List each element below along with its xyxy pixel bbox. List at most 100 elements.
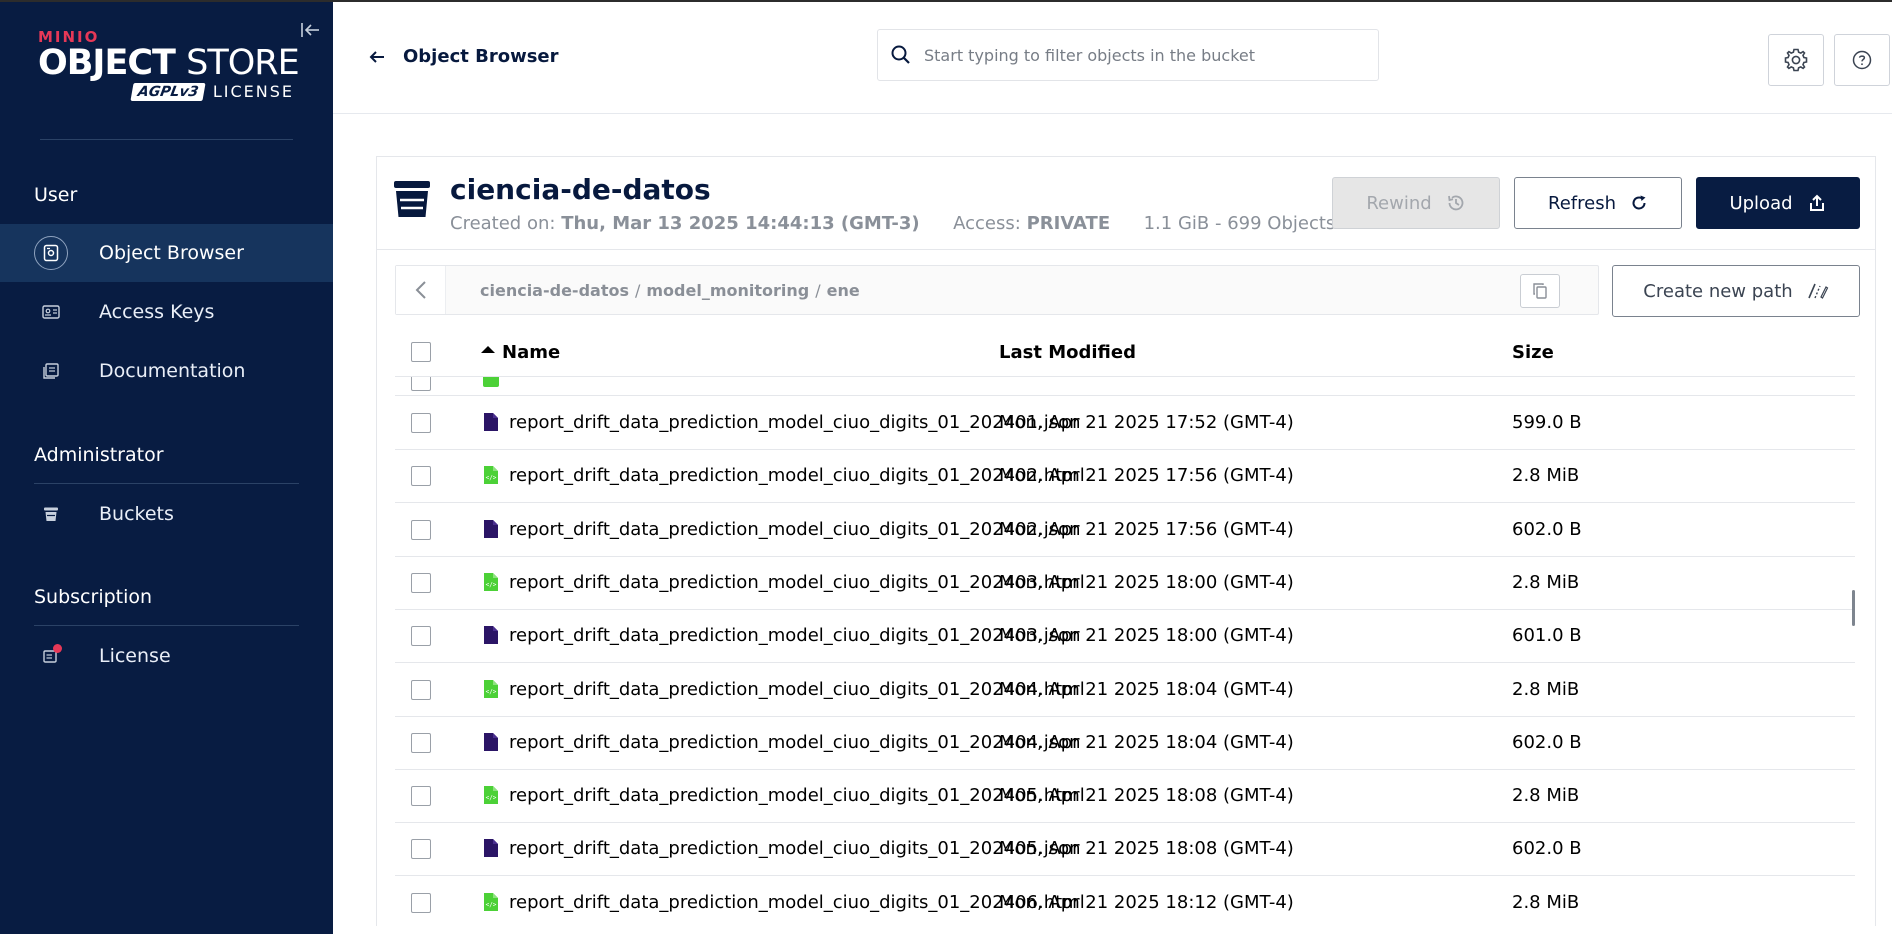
- table-row[interactable]: </> report_drift_data_prediction_model_ci…: [395, 770, 1855, 824]
- logo-product-name: OBJECT STORE: [38, 43, 300, 83]
- sidebar-item-documentation[interactable]: Documentation: [0, 342, 333, 400]
- object-name[interactable]: report_drift_data_prediction_model_ciuo_…: [509, 412, 1081, 433]
- object-size: 602.0 B: [1512, 518, 1582, 540]
- table-row[interactable]: </> report_drift_data_prediction_model_ci…: [395, 557, 1855, 610]
- table-row[interactable]: report_drift_data_prediction_model_ciuo_…: [395, 397, 1855, 450]
- table-row[interactable]: report_drift_data_prediction_model_ciuo_…: [395, 610, 1855, 664]
- search-input[interactable]: [924, 45, 1364, 65]
- table-scrollbar[interactable]: [1852, 590, 1855, 626]
- breadcrumb-separator: /: [815, 281, 821, 300]
- sidebar-item-label: Buckets: [99, 503, 174, 525]
- object-browser-icon: [34, 236, 68, 270]
- upload-label: Upload: [1729, 192, 1793, 214]
- object-size: 602.0 B: [1512, 838, 1582, 860]
- rewind-label: Rewind: [1366, 192, 1432, 214]
- breadcrumb-separator: /: [634, 281, 641, 300]
- row-checkbox[interactable]: [411, 572, 431, 593]
- bucket-icon: [34, 497, 68, 531]
- object-size: 601.0 B: [1512, 625, 1582, 647]
- back-to-object-browser[interactable]: Object Browser: [369, 46, 559, 67]
- object-size: 2.8 MiB: [1512, 785, 1580, 807]
- sort-ascending-icon[interactable]: [481, 346, 495, 353]
- breadcrumb-item[interactable]: ciencia-de-datos: [480, 281, 629, 300]
- select-all-checkbox[interactable]: [411, 342, 431, 362]
- json-file-icon: [483, 519, 499, 543]
- column-header-name[interactable]: Name: [502, 342, 560, 363]
- search-icon: [891, 45, 910, 64]
- collapse-sidebar-icon[interactable]: [300, 20, 322, 40]
- object-last-modified: Mon, Apr 21 2025 18:04 (GMT-4): [999, 678, 1294, 700]
- sidebar-item-object-browser[interactable]: Object Browser: [0, 224, 333, 282]
- upload-button[interactable]: Upload: [1696, 177, 1860, 229]
- refresh-icon: [1632, 195, 1646, 210]
- object-name[interactable]: report_drift_data_prediction_model_ciuo_…: [509, 625, 1081, 646]
- html-file-icon: </>: [483, 679, 499, 703]
- bucket-icon: [393, 179, 431, 223]
- panel-divider: [377, 249, 1875, 250]
- breadcrumb-path: ciencia-de-datos / model_monitoring / ene: [480, 281, 860, 300]
- object-name[interactable]: report_drift_data_prediction_model_ciuo_…: [509, 519, 1081, 540]
- row-checkbox[interactable]: [411, 732, 431, 753]
- column-header-size[interactable]: Size: [1512, 342, 1554, 363]
- table-row[interactable]: report_drift_data_prediction_model_ciuo_…: [395, 823, 1855, 877]
- breadcrumb-back-button[interactable]: [396, 266, 446, 314]
- html-file-icon: </>: [483, 785, 499, 809]
- logo-license-row: AGPLv3 LICENSE: [38, 82, 294, 101]
- html-file-icon: </>: [483, 465, 499, 489]
- search-bar[interactable]: [877, 29, 1379, 81]
- chevron-left-icon: [415, 281, 426, 299]
- minio-logo[interactable]: MINIO OBJECT STORE AGPLv3 LICENSE: [38, 28, 300, 101]
- logo-product-thin: STORE: [186, 43, 300, 83]
- breadcrumb-item[interactable]: ene: [827, 281, 860, 300]
- json-file-icon: [483, 732, 499, 756]
- object-name[interactable]: report_drift_data_prediction_model_ciuo_…: [509, 732, 1081, 753]
- logo-product-bold: OBJECT: [38, 43, 176, 83]
- created-value: Thu, Mar 13 2025 14:44:13 (GMT-3): [561, 213, 920, 234]
- help-button[interactable]: [1834, 34, 1890, 86]
- settings-button[interactable]: [1768, 34, 1824, 86]
- table-row[interactable]: </> report_drift_data_prediction_model_ci…: [395, 664, 1855, 717]
- row-checkbox[interactable]: [411, 626, 431, 647]
- sidebar-item-buckets[interactable]: Buckets: [0, 485, 333, 543]
- upload-icon: [1809, 194, 1824, 211]
- row-checkbox[interactable]: [411, 519, 431, 540]
- column-header-last-modified[interactable]: Last Modified: [999, 342, 1136, 363]
- create-new-path-button[interactable]: Create new path: [1612, 265, 1860, 317]
- sidebar-item-access-keys[interactable]: Access Keys: [0, 283, 333, 341]
- row-checkbox[interactable]: [411, 892, 431, 913]
- row-checkbox[interactable]: [411, 377, 431, 391]
- object-size: 2.8 MiB: [1512, 465, 1580, 487]
- objects-table: Name Last Modified Size report_drift_dat…: [395, 327, 1857, 927]
- row-checkbox[interactable]: [411, 786, 431, 807]
- refresh-button[interactable]: Refresh: [1514, 177, 1682, 229]
- top-header: Object Browser: [333, 2, 1892, 114]
- sidebar: MINIO OBJECT STORE AGPLv3 LICENSE User O…: [0, 2, 333, 934]
- table-row[interactable]: </> report_drift_data_prediction_model_ci…: [395, 877, 1855, 927]
- object-size: 2.8 MiB: [1512, 891, 1580, 913]
- table-row[interactable]: report_drift_data_prediction_model_ciuo_…: [395, 717, 1855, 770]
- gear-icon: [1784, 48, 1808, 72]
- object-last-modified: Mon, Apr 21 2025 17:56 (GMT-4): [999, 465, 1294, 487]
- table-row[interactable]: </> report_drift_data_prediction_model_ci…: [395, 450, 1855, 504]
- row-checkbox[interactable]: [411, 679, 431, 700]
- object-size: 2.8 MiB: [1512, 571, 1580, 593]
- back-link-label: Object Browser: [403, 46, 559, 67]
- table-row-partial[interactable]: [395, 377, 1855, 396]
- history-icon: [1447, 195, 1464, 211]
- rewind-button[interactable]: Rewind: [1332, 177, 1500, 229]
- section-title-administrator: Administrator: [34, 444, 164, 466]
- object-name[interactable]: report_drift_data_prediction_model_ciuo_…: [509, 838, 1081, 859]
- bucket-name: ciencia-de-datos: [450, 173, 711, 206]
- copy-path-button[interactable]: [1520, 274, 1560, 308]
- row-checkbox[interactable]: [411, 413, 431, 433]
- sidebar-item-label: Object Browser: [99, 242, 244, 264]
- row-checkbox[interactable]: [411, 466, 431, 487]
- sidebar-item-license[interactable]: License: [0, 627, 333, 685]
- row-checkbox[interactable]: [411, 839, 431, 860]
- object-last-modified: Mon, Apr 21 2025 17:56 (GMT-4): [999, 518, 1294, 540]
- table-row[interactable]: report_drift_data_prediction_model_ciuo_…: [395, 504, 1855, 557]
- breadcrumb-item[interactable]: model_monitoring: [646, 281, 809, 300]
- object-size: 599.0 B: [1512, 412, 1582, 433]
- created-label: Created on:: [450, 213, 556, 234]
- logo-divider: [40, 139, 293, 140]
